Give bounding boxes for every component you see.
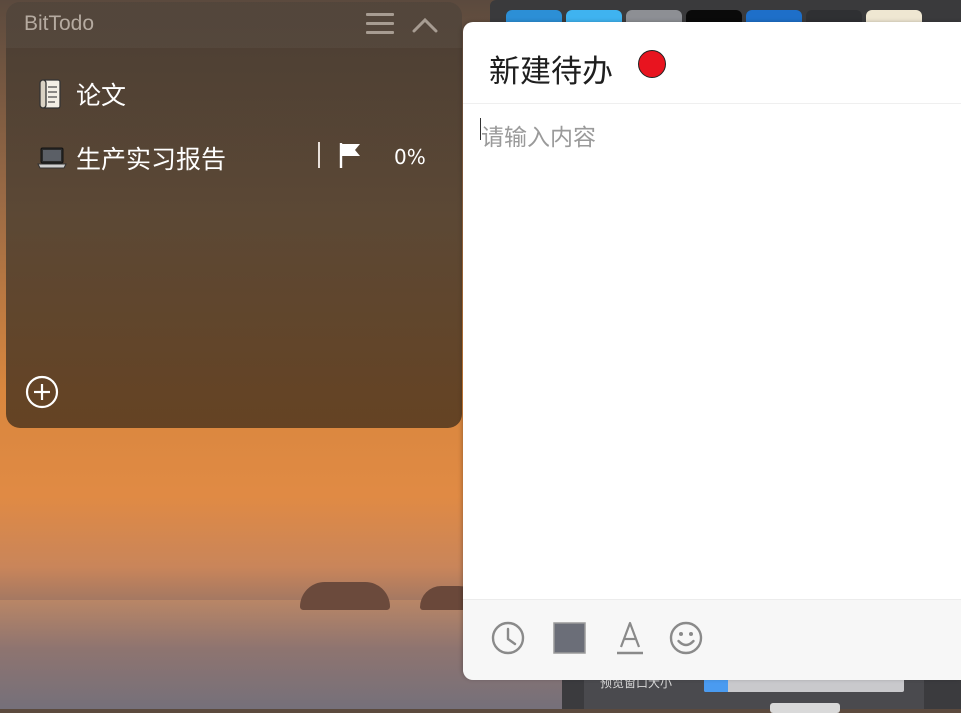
background-button[interactable] <box>770 703 840 713</box>
flag-icon[interactable] <box>338 141 362 169</box>
scroll-icon <box>36 78 68 109</box>
widget-header: BitTodo <box>6 2 462 48</box>
divider <box>463 103 961 104</box>
content-input[interactable] <box>479 114 953 612</box>
menu-icon[interactable] <box>366 12 394 36</box>
clock-icon[interactable] <box>490 620 526 656</box>
laptop-icon <box>36 142 68 172</box>
desktop-island <box>300 582 390 610</box>
editor-toolbar <box>463 599 961 680</box>
todo-item-label: 生产实习报告 <box>76 145 227 174</box>
color-picker-dot[interactable] <box>638 50 666 78</box>
text-format-icon[interactable] <box>613 620 649 656</box>
bittodo-widget: BitTodo 论文 生产实习报告 0% <box>6 2 462 428</box>
text-caret <box>480 118 481 140</box>
color-square-icon[interactable] <box>552 620 588 656</box>
new-todo-panel: 新建待办 <box>463 22 961 680</box>
add-circle-icon[interactable] <box>24 374 60 410</box>
editor-title: 新建待办 <box>489 54 613 90</box>
chevron-up-icon[interactable] <box>412 14 438 36</box>
emoji-icon[interactable] <box>668 620 704 656</box>
todo-item[interactable]: 论文 <box>36 74 436 110</box>
todo-item-label: 论文 <box>76 81 127 110</box>
divider <box>318 142 320 168</box>
todo-item[interactable]: 生产实习报告 0% <box>36 138 436 174</box>
progress-percent: 0% <box>394 145 426 169</box>
app-title: BitTodo <box>24 12 95 35</box>
